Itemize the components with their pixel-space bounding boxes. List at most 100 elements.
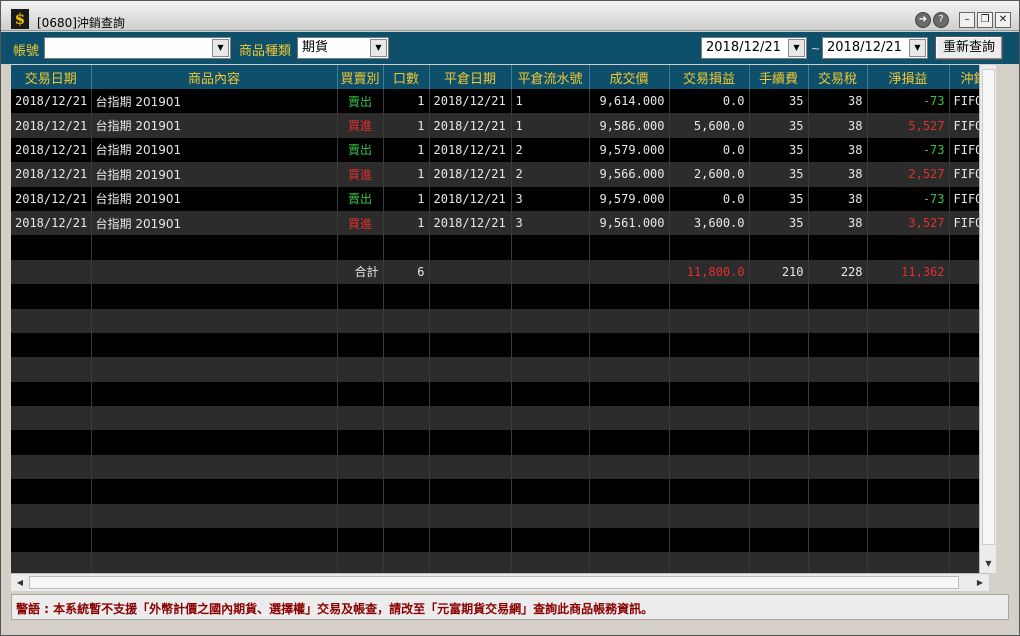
date-from-picker[interactable]: 2018/12/21 ▼ <box>701 37 807 59</box>
table-row[interactable]: 2018/12/21 台指期 201901 賣出 1 2018/12/21 3 9,579.… <box>11 186 979 211</box>
empty-row <box>11 430 979 455</box>
table-row[interactable]: 2018/12/21 台指期 201901 賣出 1 2018/12/21 1 9,614.… <box>11 89 979 114</box>
close-date-cell: 2018/12/21 <box>429 162 512 187</box>
close-seq-cell: 1 <box>511 113 590 138</box>
minimize-button[interactable]: – <box>959 12 975 28</box>
col-method[interactable]: 沖銷類 <box>949 65 979 89</box>
tax-cell: 38 <box>808 210 868 236</box>
empty-row <box>11 308 979 333</box>
empty-row <box>11 528 979 553</box>
lots-cell: 1 <box>383 162 430 187</box>
net-pl-cell: 2,527 <box>867 162 950 187</box>
scroll-right-icon[interactable]: ▶ <box>973 576 987 590</box>
method-cell: FIFO <box>949 113 979 138</box>
tax-cell: 38 <box>808 162 868 187</box>
fee-cell: 35 <box>749 162 809 187</box>
horizontal-scroll-thumb[interactable] <box>29 576 959 589</box>
restore-button[interactable]: ❐ <box>977 12 993 28</box>
fee-cell: 35 <box>749 137 809 163</box>
side-cell: 買進 <box>337 113 384 138</box>
date-to-picker[interactable]: 2018/12/21 ▼ <box>822 37 928 59</box>
side-cell: 賣出 <box>337 137 384 163</box>
col-price[interactable]: 成交價 <box>589 65 670 89</box>
col-side[interactable]: 買賣別 <box>337 65 384 89</box>
total-fee: 210 <box>749 259 809 285</box>
close-seq-cell: 1 <box>511 89 590 114</box>
close-seq-cell: 2 <box>511 162 590 187</box>
empty-row <box>11 406 979 431</box>
price-cell: 9,566.000 <box>589 162 670 187</box>
table-row[interactable]: 2018/12/21 台指期 201901 賣出 1 2018/12/21 2 9,579.… <box>11 137 979 163</box>
col-fee[interactable]: 手續費 <box>749 65 809 89</box>
empty-row <box>11 357 979 382</box>
vertical-scroll-track[interactable] <box>982 69 995 545</box>
chevron-down-icon[interactable]: ▼ <box>212 39 229 57</box>
tax-cell: 38 <box>808 89 868 114</box>
clearing-query-window: $ [0680]沖銷查詢 ➜ ? – ❐ ✕ 帳號 ▼ 商品種類 期貨 ▼ 20… <box>0 0 1020 636</box>
tax-cell: 38 <box>808 113 868 138</box>
scroll-down-icon[interactable]: ▼ <box>981 556 996 571</box>
col-close-seq[interactable]: 平倉流水號 <box>511 65 590 89</box>
help-icon[interactable]: ? <box>933 12 949 28</box>
close-date-cell: 2018/12/21 <box>429 186 512 211</box>
net-pl-cell: 5,527 <box>867 113 950 138</box>
chevron-down-icon[interactable]: ▼ <box>909 39 926 57</box>
col-close-date[interactable]: 平倉日期 <box>429 65 512 89</box>
fee-cell: 35 <box>749 89 809 114</box>
lots-cell: 1 <box>383 137 430 163</box>
price-cell: 9,586.000 <box>589 113 670 138</box>
table-row[interactable]: 2018/12/21 台指期 201901 買進 1 2018/12/21 3 9,561.… <box>11 210 979 236</box>
col-tax[interactable]: 交易稅 <box>808 65 868 89</box>
vertical-scrollbar[interactable]: ▼ <box>979 65 996 573</box>
product-cell: 台指期 201901 <box>91 113 338 138</box>
empty-row <box>11 503 979 529</box>
col-product[interactable]: 商品內容 <box>91 65 338 89</box>
product-cell: 台指期 201901 <box>91 162 338 187</box>
table-row[interactable]: 2018/12/21 台指期 201901 買進 1 2018/12/21 2 9,566.… <box>11 162 979 187</box>
lots-cell: 1 <box>383 89 430 114</box>
window-title: [0680]沖銷查詢 <box>37 16 125 30</box>
side-cell: 賣出 <box>337 89 384 114</box>
table-row[interactable]: 2018/12/21 台指期 201901 買進 1 2018/12/21 1 9,586.… <box>11 113 979 138</box>
chevron-down-icon[interactable]: ▼ <box>370 39 387 57</box>
close-date-cell: 2018/12/21 <box>429 89 512 114</box>
empty-row <box>11 284 979 309</box>
lots-cell: 1 <box>383 210 430 236</box>
col-trade-date[interactable]: 交易日期 <box>11 65 92 89</box>
empty-row <box>11 454 979 480</box>
product-cell: 台指期 201901 <box>91 186 338 211</box>
fee-cell: 35 <box>749 113 809 138</box>
trade-date-cell: 2018/12/21 <box>11 89 92 114</box>
warning-text: 警語 : 本系統暫不支援「外幣計價之國內期貨、選擇權」交易及帳查，請改至「元富期… <box>16 602 654 616</box>
scroll-left-icon[interactable]: ◀ <box>13 576 27 590</box>
net-pl-cell: -73 <box>867 137 950 163</box>
trade-pl-cell: 0.0 <box>669 186 750 211</box>
price-cell: 9,561.000 <box>589 210 670 236</box>
lots-cell: 1 <box>383 113 430 138</box>
lots-cell: 1 <box>383 186 430 211</box>
horizontal-scrollbar[interactable]: ◀ ▶ <box>11 573 989 591</box>
product-type-select[interactable]: 期貨 ▼ <box>297 37 389 59</box>
app-logo-icon: $ <box>11 9 29 29</box>
trade-pl-cell: 0.0 <box>669 137 750 163</box>
product-cell: 台指期 201901 <box>91 210 338 236</box>
close-seq-cell: 2 <box>511 137 590 163</box>
export-icon[interactable]: ➜ <box>915 12 931 28</box>
total-net-pl: 11,362 <box>867 259 950 285</box>
trade-pl-cell: 2,600.0 <box>669 162 750 187</box>
trade-pl-cell: 0.0 <box>669 89 750 114</box>
empty-row <box>11 381 979 407</box>
col-trade-pl[interactable]: 交易損益 <box>669 65 750 89</box>
method-cell: FIFO <box>949 137 979 163</box>
total-label: 合計 <box>337 259 384 285</box>
requery-button[interactable]: 重新查詢 <box>935 36 1003 60</box>
account-select[interactable]: ▼ <box>44 37 231 59</box>
tax-cell: 38 <box>808 137 868 163</box>
col-lots[interactable]: 口數 <box>383 65 430 89</box>
chevron-down-icon[interactable]: ▼ <box>788 39 805 57</box>
price-cell: 9,614.000 <box>589 89 670 114</box>
close-button[interactable]: ✕ <box>995 12 1011 28</box>
clearing-table: 交易日期 商品內容 買賣別 口數 平倉日期 平倉流水號 成交價 交易損益 手續費… <box>11 65 979 573</box>
col-net-pl[interactable]: 淨損益 <box>867 65 950 89</box>
product-cell: 台指期 201901 <box>91 89 338 114</box>
